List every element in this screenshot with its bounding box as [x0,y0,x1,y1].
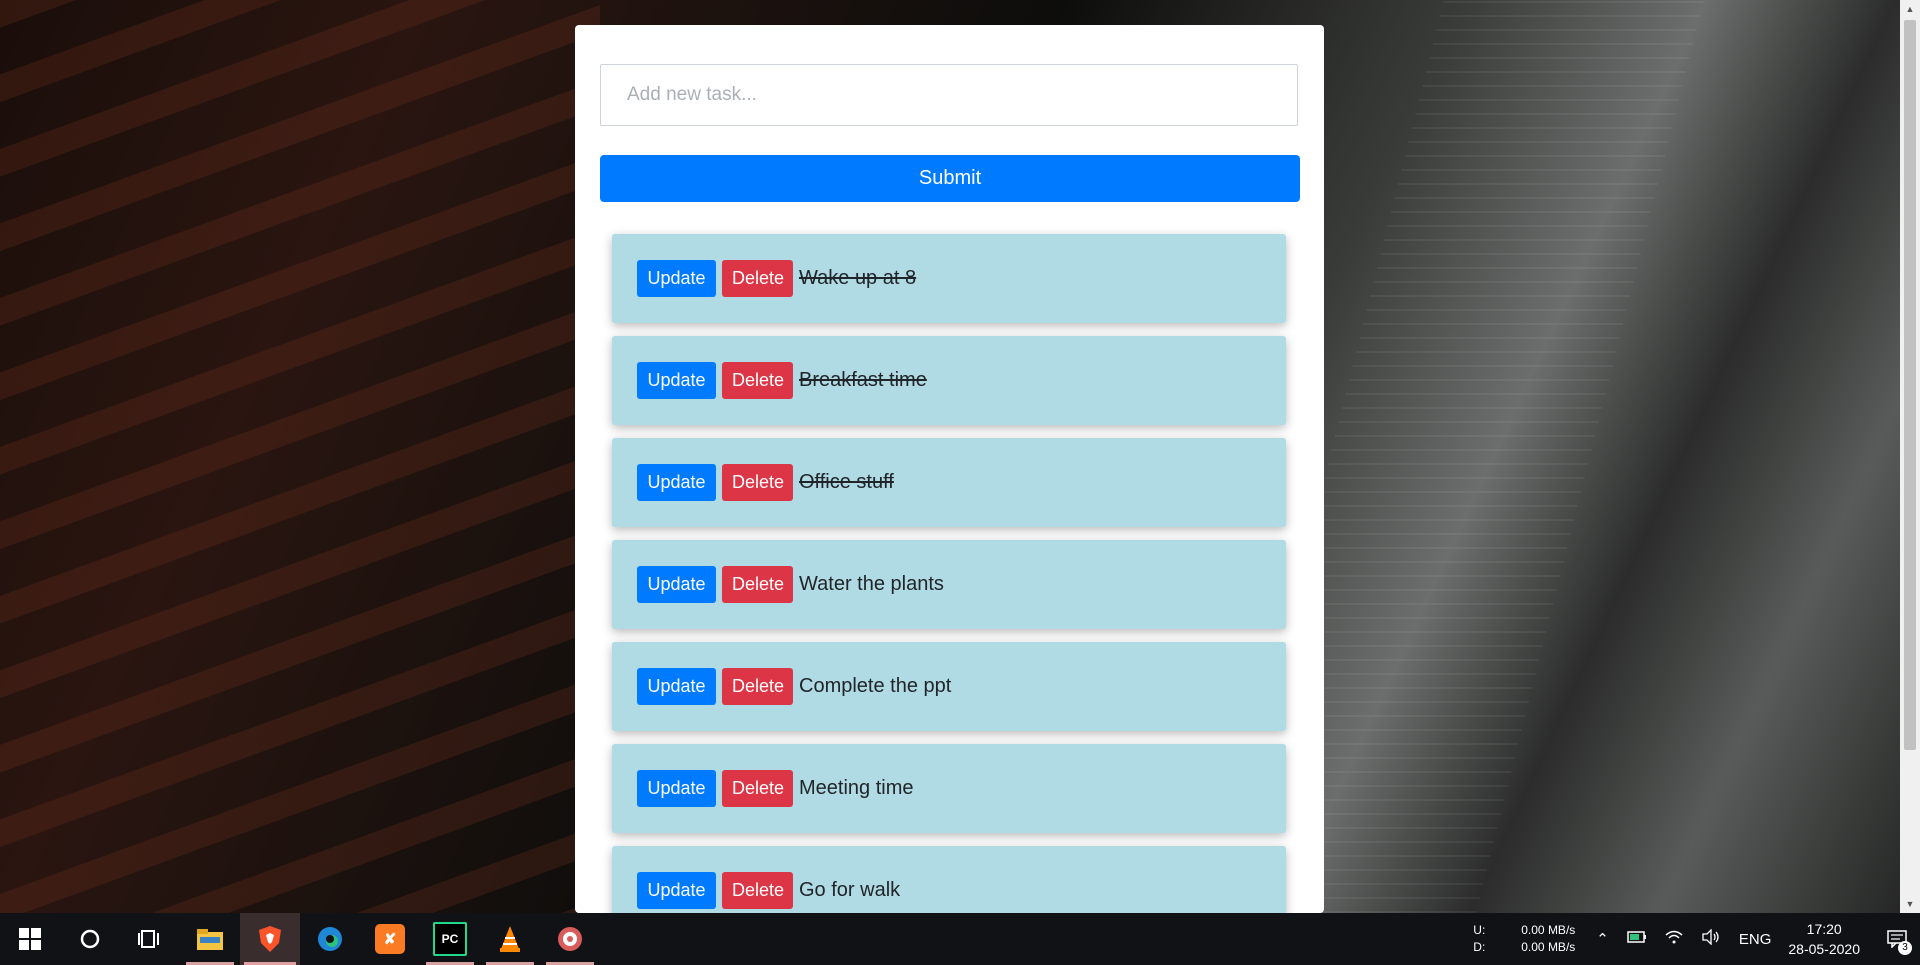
delete-button[interactable]: Delete [722,566,793,603]
delete-button[interactable]: Delete [722,872,793,909]
upload-label: U: [1473,923,1486,937]
delete-button[interactable]: Delete [722,260,793,297]
task-item: Update Delete Office stuff [612,438,1286,527]
task-item: Update Delete Meeting time [612,744,1286,833]
delete-button[interactable]: Delete [722,464,793,501]
music-player-icon[interactable] [540,913,600,965]
windows-start-icon[interactable] [0,913,60,965]
notification-center-icon[interactable]: 3 [1874,913,1920,965]
network-speed-meter: U: D: 0.00 MB/s 0.00 MB/s [1473,922,1575,956]
task-item: Update Delete Breakfast time [612,336,1286,425]
task-text[interactable]: Wake up at 8 [799,267,916,290]
task-text[interactable]: Water the plants [799,573,944,596]
xampp-icon[interactable]: ✘ [360,913,420,965]
volume-icon[interactable] [1701,928,1721,949]
update-button[interactable]: Update [637,362,716,399]
task-list: Update Delete Wake up at 8 Update Delete… [612,234,1286,913]
todo-panel: Submit Update Delete Wake up at 8 Update… [575,25,1324,913]
submit-button[interactable]: Submit [600,155,1300,202]
background-image [0,0,600,913]
notification-count-badge: 3 [1898,941,1912,955]
file-explorer-icon[interactable] [180,913,240,965]
new-task-input[interactable] [600,64,1298,126]
task-text[interactable]: Go for walk [799,879,900,902]
update-button[interactable]: Update [637,464,716,501]
task-item: Update Delete Wake up at 8 [612,234,1286,323]
scroll-up-icon[interactable]: ▲ [1900,0,1920,18]
task-text[interactable]: Meeting time [799,777,914,800]
update-button[interactable]: Update [637,770,716,807]
task-item: Update Delete Go for walk [612,846,1286,913]
brave-browser-icon[interactable] [240,913,300,965]
pycharm-icon[interactable]: PC [420,913,480,965]
edge-browser-icon[interactable] [300,913,360,965]
task-text[interactable]: Breakfast time [799,369,927,392]
update-button[interactable]: Update [637,566,716,603]
clock[interactable]: 17:20 28-05-2020 [1788,919,1860,959]
task-item: Update Delete Water the plants [612,540,1286,629]
scrollbar-thumb[interactable] [1904,20,1916,750]
task-text[interactable]: Complete the ppt [799,675,951,698]
clock-time: 17:20 [1806,921,1842,937]
upload-speed: 0.00 MB/s [1521,923,1576,937]
battery-icon[interactable] [1627,930,1647,948]
language-indicator[interactable]: ENG [1739,931,1772,948]
task-text[interactable]: Office stuff [799,471,894,494]
windows-taskbar: ✘ PC U: D: 0.00 MB/s 0.00 MB/s ⌃ ENG 17:… [0,913,1920,965]
show-hidden-icons-icon[interactable]: ⌃ [1596,930,1609,948]
task-item: Update Delete Complete the ppt [612,642,1286,731]
update-button[interactable]: Update [637,668,716,705]
wifi-icon[interactable] [1665,929,1683,949]
clock-date: 28-05-2020 [1788,941,1860,957]
download-label: D: [1473,940,1486,954]
update-button[interactable]: Update [637,872,716,909]
download-speed: 0.00 MB/s [1521,940,1576,954]
delete-button[interactable]: Delete [722,362,793,399]
scroll-down-icon[interactable]: ▼ [1900,895,1920,913]
delete-button[interactable]: Delete [722,770,793,807]
system-tray: U: D: 0.00 MB/s 0.00 MB/s ⌃ ENG 17:20 28… [1473,913,1920,965]
delete-button[interactable]: Delete [722,668,793,705]
update-button[interactable]: Update [637,260,716,297]
vertical-scrollbar[interactable]: ▲ ▼ [1900,0,1920,913]
search-icon[interactable] [60,913,120,965]
vlc-icon[interactable] [480,913,540,965]
task-view-icon[interactable] [120,913,180,965]
